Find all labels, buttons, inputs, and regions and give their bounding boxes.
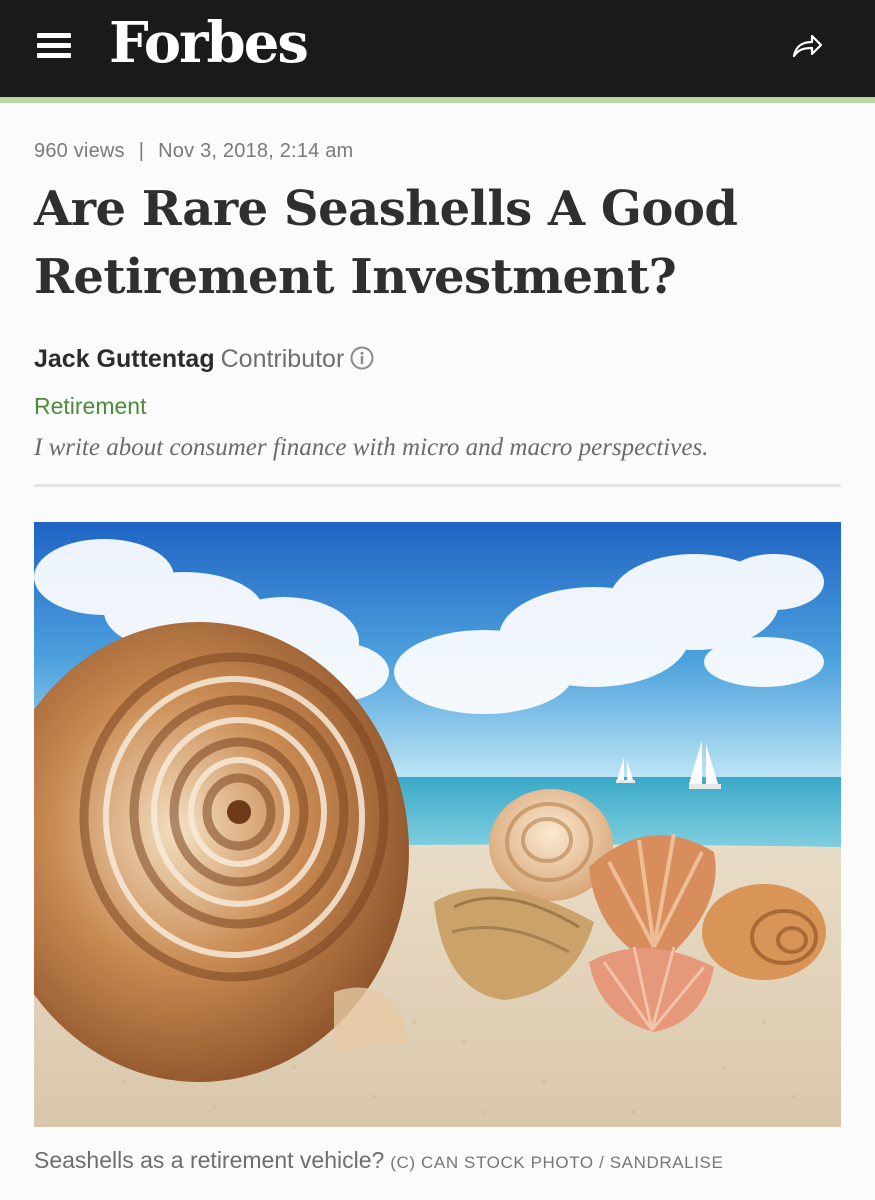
share-arrow-icon[interactable] bbox=[790, 30, 824, 62]
divider bbox=[34, 484, 841, 487]
header-accent-line bbox=[0, 97, 875, 103]
publish-date: Nov 3, 2018, bbox=[158, 140, 274, 162]
hamburger-menu-icon[interactable] bbox=[37, 31, 71, 61]
meta-separator: | bbox=[138, 140, 145, 162]
section-link-retirement[interactable]: Retirement bbox=[34, 390, 146, 422]
hero-image-seashells bbox=[34, 522, 841, 1127]
publish-time: 2:14 am bbox=[279, 140, 354, 162]
article-meta: 960 views | Nov 3, 2018, 2:14 am bbox=[34, 140, 353, 163]
author-role: Contributor bbox=[220, 345, 345, 373]
caption-text: Seashells as a retirement vehicle? bbox=[34, 1147, 385, 1173]
photo-credit: (C) CAN STOCK PHOTO / SANDRALISE bbox=[390, 1153, 724, 1172]
author-tagline: I write about consumer finance with micr… bbox=[34, 434, 709, 461]
author-name[interactable]: Jack Guttentag bbox=[34, 345, 215, 373]
top-nav-bar: Forbes bbox=[0, 0, 875, 97]
byline: Jack Guttentag Contributor bbox=[34, 342, 374, 376]
forbes-logo[interactable]: Forbes bbox=[109, 10, 309, 76]
image-caption: Seashells as a retirement vehicle? (C) CA… bbox=[34, 1145, 723, 1178]
view-count: 960 views bbox=[34, 140, 125, 162]
info-circle-icon[interactable] bbox=[350, 345, 374, 370]
article-title: Are Rare Seashells A Good Retirement Inv… bbox=[34, 181, 738, 305]
